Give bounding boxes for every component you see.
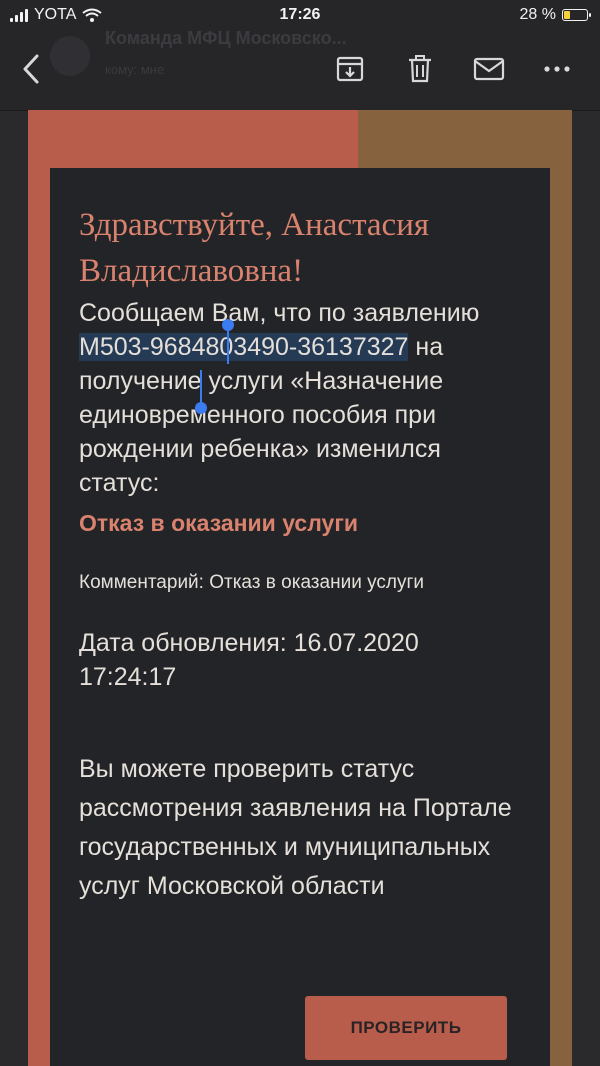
intro-paragraph: Сообщаем Вам, что по заявлению M503-9684… (79, 296, 521, 500)
trash-icon (409, 55, 431, 83)
sender-avatar (50, 36, 90, 76)
status-text: Отказ в оказании услуги (79, 510, 359, 536)
back-button[interactable] (14, 52, 48, 86)
status-bar: YOTA 17:26 28 % (0, 0, 600, 32)
more-button[interactable] (540, 52, 574, 86)
greeting-heading: Здравствуйте, Анастасия Владиславовна! (79, 207, 430, 289)
more-icon (544, 66, 570, 72)
check-status-button[interactable]: ПРОВЕРИТЬ (305, 996, 507, 1060)
update-date: Дата обновления: 16.07.2020 17:24:17 (79, 629, 419, 691)
application-number[interactable]: M503-9684803490-36137327 (79, 333, 409, 361)
battery-icon (562, 9, 591, 21)
selection-end-handle[interactable] (195, 402, 207, 414)
battery-percent: 28 % (519, 6, 556, 23)
archive-icon (336, 56, 364, 82)
delete-button[interactable] (403, 52, 437, 86)
selection-end-bar (200, 370, 202, 406)
archive-button[interactable] (333, 52, 367, 86)
recipient-line: кому: мне (105, 62, 165, 77)
mark-unread-button[interactable] (472, 52, 506, 86)
selection-start-bar (227, 328, 229, 364)
info-paragraph: Вы можете проверить статус рассмотрения … (79, 755, 512, 900)
email-body-card: Здравствуйте, Анастасия Владиславовна! С… (50, 168, 550, 1066)
mail-icon (473, 57, 505, 81)
back-icon (23, 54, 39, 84)
clock: 17:26 (279, 6, 321, 23)
comment-text: Комментарий: Отказ в оказании услуги (79, 572, 424, 593)
intro-text-before: Сообщаем Вам, что по заявлению (79, 299, 480, 327)
